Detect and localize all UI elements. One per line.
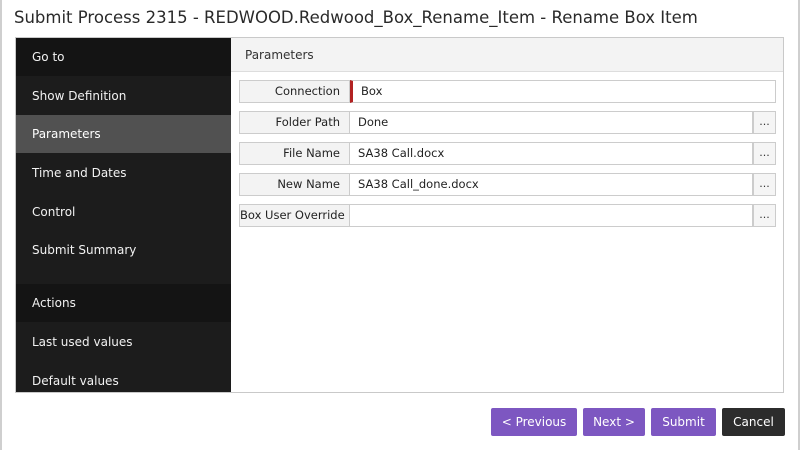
sidebar-nav: Go to Show Definition Parameters Time an… [16,38,231,392]
new-name-lookup-button[interactable]: ... [753,173,776,196]
file-name-lookup-button[interactable]: ... [753,142,776,165]
sidebar-item-actions[interactable]: Actions [16,284,231,322]
parameter-row-folder-path: Folder Path Done ... [239,111,776,134]
sidebar-item-show-definition[interactable]: Show Definition [16,77,231,115]
parameter-row-new-name: New Name SA38 Call_done.docx ... [239,173,776,196]
sidebar-item-time-and-dates[interactable]: Time and Dates [16,154,231,192]
connection-field[interactable]: Box [350,80,776,103]
box-user-override-label: Box User Override [239,204,350,227]
parameters-panel: Parameters Connection Box Folder Path Do… [231,38,783,392]
dialog-title: Submit Process 2315 - REDWOOD.Redwood_Bo… [14,8,698,27]
sidebar-item-control[interactable]: Control [16,193,231,231]
folder-path-label: Folder Path [239,111,350,134]
parameter-row-box-user-override: Box User Override ... [239,204,776,227]
parameter-row-connection: Connection Box [239,80,776,103]
previous-button[interactable]: < Previous [491,408,577,436]
sidebar-item-submit-summary[interactable]: Submit Summary [16,231,231,269]
file-name-field[interactable]: SA38 Call.docx [350,142,753,165]
box-user-override-lookup-button[interactable]: ... [753,204,776,227]
sidebar-item-last-used-values[interactable]: Last used values [16,323,231,361]
new-name-field[interactable]: SA38 Call_done.docx [350,173,753,196]
file-name-label: File Name [239,142,350,165]
cancel-button[interactable]: Cancel [722,408,785,436]
next-button[interactable]: Next > [583,408,645,436]
new-name-label: New Name [239,173,350,196]
connection-label: Connection [239,80,350,103]
folder-path-field[interactable]: Done [350,111,753,134]
sidebar-item-go-to[interactable]: Go to [16,38,231,76]
folder-path-lookup-button[interactable]: ... [753,111,776,134]
sidebar-item-parameters[interactable]: Parameters [16,115,231,153]
parameters-header: Parameters [231,38,783,72]
submit-button[interactable]: Submit [651,408,716,436]
dialog-body: Go to Show Definition Parameters Time an… [15,37,784,393]
window-left-border [0,0,2,450]
parameter-row-file-name: File Name SA38 Call.docx ... [239,142,776,165]
box-user-override-field[interactable] [350,204,753,227]
sidebar-item-default-values[interactable]: Default values [16,362,231,392]
